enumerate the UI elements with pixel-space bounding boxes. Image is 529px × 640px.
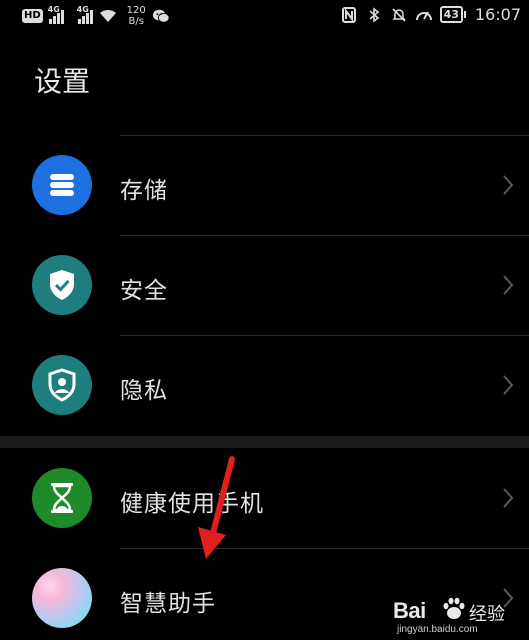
hd-badge: HD: [22, 9, 43, 23]
paw-icon: [443, 597, 465, 619]
settings-item-privacy[interactable]: 隐私: [0, 335, 529, 435]
settings-item-label: 隐私: [120, 378, 168, 404]
settings-item-label: 存储: [120, 178, 168, 204]
nfc-icon: [340, 6, 358, 24]
mute-icon: [390, 6, 408, 24]
shield-check-icon: [32, 255, 92, 315]
divider: [120, 235, 529, 236]
chevron-right-icon: [503, 375, 514, 395]
baidu-watermark: Bai 经验 jingyan.baidu.com: [393, 596, 523, 638]
chevron-right-icon: [503, 275, 514, 295]
assistant-icon: [32, 568, 92, 628]
section-divider: [0, 436, 529, 448]
watermark-url: jingyan.baidu.com: [397, 624, 478, 635]
speed-value: 120: [126, 5, 146, 16]
network-type-1: 4G: [47, 5, 60, 14]
settings-group-1: 存储 安全 隐私: [0, 135, 529, 435]
bluetooth-icon: [365, 6, 383, 24]
speed-unit: B/s: [128, 16, 144, 27]
battery-level: 43: [439, 6, 463, 23]
wifi-icon: [99, 7, 117, 25]
page-title: 设置: [34, 65, 91, 98]
hourglass-icon: [32, 468, 92, 528]
battery-indicator: 43: [439, 6, 466, 23]
divider: [120, 548, 529, 549]
speedometer-icon: [415, 6, 433, 24]
status-bar: HD 4G 4G 120 B/s 43 16:07: [0, 0, 529, 30]
watermark-suffix: 经验: [469, 604, 505, 625]
watermark-brand: Bai: [393, 598, 426, 623]
network-type-2: 4G: [76, 5, 89, 14]
status-right: 43 16:07: [340, 5, 521, 24]
chevron-right-icon: [503, 488, 514, 508]
settings-item-security[interactable]: 安全: [0, 235, 529, 335]
divider: [120, 335, 529, 336]
signal-icon-2: 4G: [76, 5, 93, 24]
chevron-right-icon: [503, 175, 514, 195]
settings-item-label: 安全: [120, 278, 168, 304]
divider: [120, 135, 529, 136]
wechat-icon: [152, 7, 170, 25]
settings-item-label: 智慧助手: [120, 591, 216, 617]
clock: 16:07: [474, 5, 521, 24]
network-speed: 120 B/s: [127, 5, 146, 27]
status-left: HD 4G 4G 120 B/s: [22, 5, 170, 27]
settings-item-digital-balance[interactable]: 健康使用手机: [0, 448, 529, 548]
settings-item-storage[interactable]: 存储: [0, 135, 529, 235]
storage-icon: [32, 155, 92, 215]
signal-icon-1: 4G: [47, 5, 64, 24]
settings-item-label: 健康使用手机: [120, 491, 264, 517]
privacy-icon: [32, 355, 92, 415]
